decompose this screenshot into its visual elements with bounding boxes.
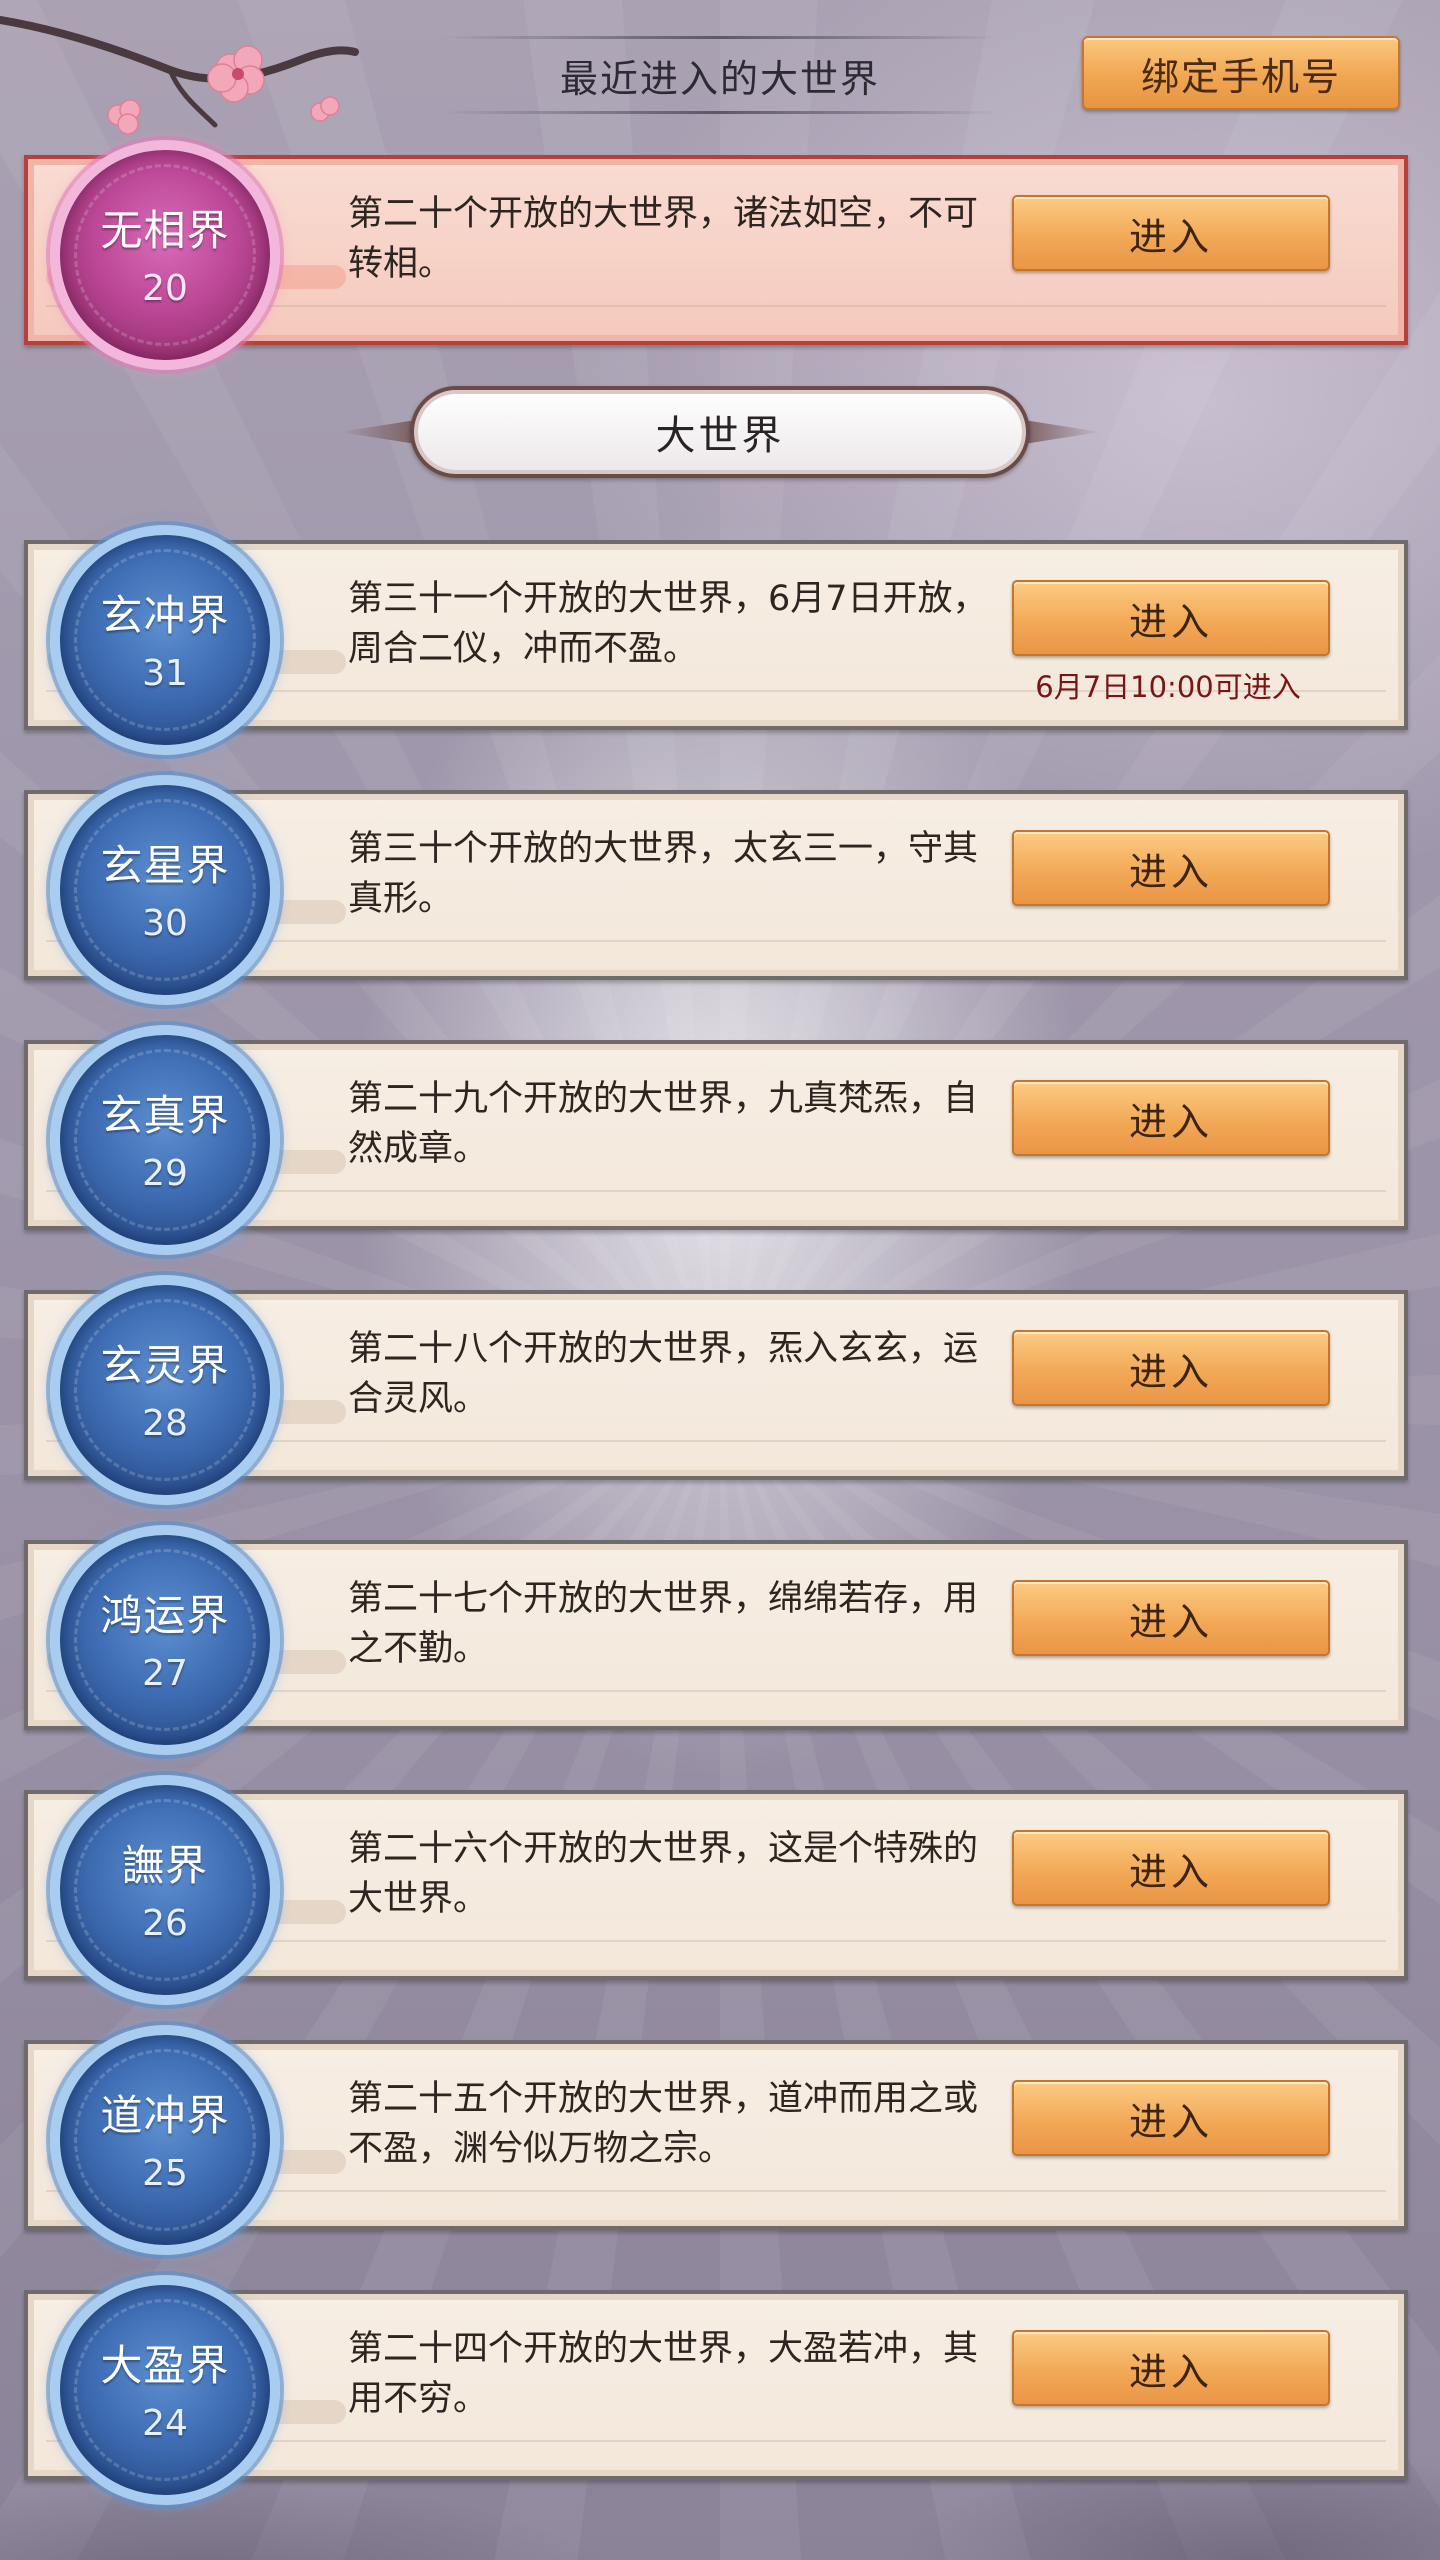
world-badge: 大盈界 24: [50, 2275, 280, 2505]
world-number: 27: [142, 1653, 188, 1694]
world-number: 31: [142, 653, 188, 694]
world-badge: 玄星界 30: [50, 775, 280, 1005]
world-name: 大盈界: [100, 2341, 230, 2390]
world-badge: 玄冲界 31: [50, 525, 280, 755]
recent-worlds-title-text: 最近进入的大世界: [559, 56, 880, 101]
enter-button[interactable]: 进入: [1012, 830, 1330, 906]
world-description: 第二十五个开放的大世界，道冲而用之或不盈，渊兮似万物之宗。: [348, 2079, 979, 2169]
world-number: 26: [142, 1903, 188, 1944]
world-name: 鸿运界: [100, 1591, 230, 1640]
world-number: 29: [142, 1153, 188, 1194]
recent-worlds-title: 最近进入的大世界: [440, 30, 1000, 120]
world-section-title-text: 大世界: [410, 386, 1030, 478]
enter-button[interactable]: 进入: [1012, 580, 1330, 656]
world-description: 第三十个开放的大世界，太玄三一，守其真形。: [348, 829, 979, 919]
world-name: 无相界: [100, 206, 230, 255]
plum-blossom-branch: [0, 16, 359, 135]
world-name: 玄真界: [100, 1091, 230, 1140]
world-number: 30: [142, 903, 188, 944]
world-section-title: 大世界: [340, 380, 1100, 484]
enter-button[interactable]: 进入: [1012, 195, 1330, 271]
enter-button[interactable]: 进入: [1012, 2080, 1330, 2156]
world-description: 第三十一个开放的大世界，6月7日开放，周合二仪，冲而不盈。: [348, 579, 988, 669]
world-description: 第二十九个开放的大世界，九真梵炁，自然成章。: [348, 1079, 979, 1169]
world-name: 道冲界: [100, 2091, 230, 2140]
enter-button[interactable]: 进入: [1012, 1330, 1330, 1406]
world-badge: 譕界 26: [50, 1775, 280, 2005]
world-number: 24: [142, 2403, 188, 2444]
world-number: 25: [142, 2153, 188, 2194]
world-name: 玄冲界: [100, 591, 230, 640]
world-badge: 鸿运界 27: [50, 1525, 280, 1755]
enter-button[interactable]: 进入: [1012, 1080, 1330, 1156]
world-badge: 道冲界 25: [50, 2025, 280, 2255]
world-badge: 玄灵界 28: [50, 1275, 280, 1505]
bind-phone-button[interactable]: 绑定手机号: [1082, 36, 1400, 110]
world-badge: 玄真界 29: [50, 1025, 280, 1255]
world-number: 20: [142, 268, 188, 309]
enter-button[interactable]: 进入: [1012, 1830, 1330, 1906]
world-description: 第二十六个开放的大世界，这是个特殊的大世界。: [348, 1829, 979, 1919]
world-name: 玄灵界: [100, 1341, 230, 1390]
world-description: 第二十八个开放的大世界，炁入玄玄，运合灵风。: [348, 1329, 979, 1419]
enter-button[interactable]: 进入: [1012, 1580, 1330, 1656]
enter-button[interactable]: 进入: [1012, 2330, 1330, 2406]
open-time-note: 6月7日10:00可进入: [1035, 670, 1301, 704]
world-badge-recent: 无相界 20: [50, 140, 280, 370]
world-name: 譕界: [121, 1841, 208, 1890]
world-description: 第二十七个开放的大世界，绵绵若存，用之不勤。: [348, 1579, 979, 1669]
world-description: 第二十四个开放的大世界，大盈若冲，其用不穷。: [348, 2329, 979, 2419]
world-description: 第二十个开放的大世界，诸法如空，不可转相。: [348, 194, 979, 284]
world-number: 28: [142, 1403, 188, 1444]
world-name: 玄星界: [100, 841, 230, 890]
